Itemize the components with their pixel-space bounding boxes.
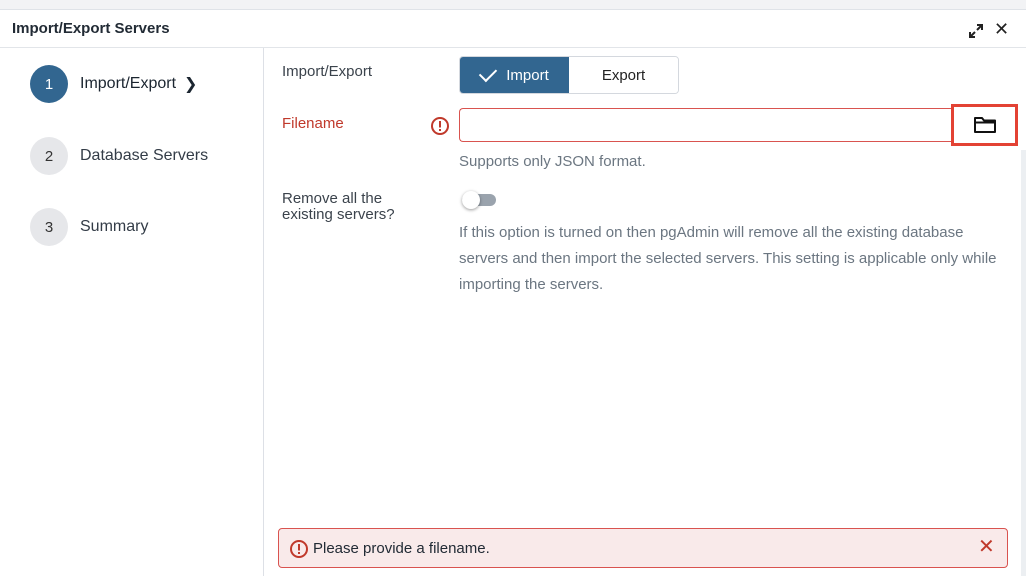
import-export-toggle: Import Export [459,56,679,94]
error-alert: Please provide a filename. ✕ [278,528,1008,568]
step-database-servers[interactable]: 2 Database Servers [30,137,208,175]
import-option[interactable]: Import [460,57,569,93]
wizard-steps-sidebar: 1 Import/Export ❯ 2 Database Servers 3 S… [0,48,264,576]
export-option[interactable]: Export [569,57,678,93]
import-export-dialog: Import/Export Servers ✕ 1 Import/Export … [0,0,1026,576]
export-option-label: Export [601,66,646,84]
step-label: Database Servers [80,147,209,164]
dialog-titlebar: Import/Export Servers ✕ [0,10,1026,48]
alert-close-icon[interactable]: ✕ [978,537,995,557]
browse-file-button[interactable] [951,104,1018,146]
check-icon [479,63,498,82]
close-icon[interactable]: ✕ [994,20,1009,38]
filename-help-text: Supports only JSON format. [459,153,646,170]
filename-label: Filename [282,115,344,132]
step-number: 3 [30,208,68,246]
scrollbar-edge [1021,150,1026,576]
filename-input[interactable] [459,108,951,142]
step-label: Summary [80,218,149,235]
remove-servers-description: If this option is turned on then pgAdmin… [459,224,997,293]
step-label: Import/Export [80,75,177,92]
warning-circle-icon [290,540,308,558]
step-import-export[interactable]: 1 Import/Export ❯ [30,65,197,103]
expand-icon[interactable] [968,23,984,39]
remove-servers-label-line2: existing servers? [282,206,395,223]
step-number: 1 [30,65,68,103]
dialog-title: Import/Export Servers [12,20,170,37]
folder-icon [973,117,996,133]
chevron-right-icon: ❯ [184,76,198,93]
alert-message: Please provide a filename. [313,540,490,557]
step-number: 2 [30,137,68,175]
import-export-label: Import/Export [282,63,373,80]
warning-circle-icon [431,117,449,135]
step-summary[interactable]: 3 Summary [30,208,148,246]
import-option-label: Import [506,66,549,84]
window-top-edge [0,0,1026,10]
remove-servers-label-line1: Remove all the [282,190,383,207]
remove-servers-switch[interactable] [462,191,496,209]
switch-knob [462,191,480,209]
